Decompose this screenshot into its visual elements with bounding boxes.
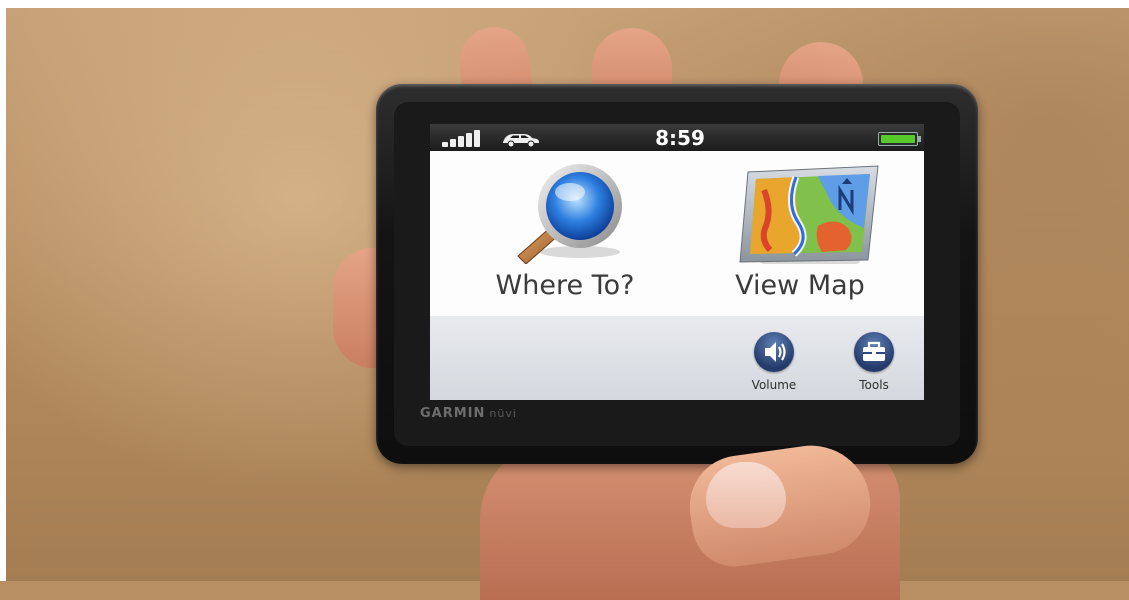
- image-border-top: [0, 0, 1129, 8]
- model-name: nüvi: [489, 407, 517, 420]
- view-map-label: View Map: [735, 270, 865, 301]
- tools-label: Tools: [859, 378, 889, 392]
- battery-level: [881, 135, 915, 143]
- thumbnail: [706, 462, 786, 528]
- volume-button-circle: [754, 332, 794, 372]
- magnifying-glass-icon: [517, 164, 622, 264]
- where-to-label: Where To?: [495, 270, 635, 301]
- image-border-left: [0, 0, 6, 581]
- touch-screen: 8:59 Where To? View Map Volume Tools: [430, 124, 924, 400]
- tools-button-circle: [854, 332, 894, 372]
- map-icon: [739, 165, 879, 264]
- status-bar: 8:59: [430, 124, 924, 151]
- toolbox-icon: [863, 341, 885, 361]
- battery-icon: [878, 132, 921, 146]
- signal-strength-icon: [442, 129, 490, 147]
- battery-tip: [918, 136, 921, 142]
- brand-name: GARMIN: [420, 406, 486, 421]
- volume-label: Volume: [751, 378, 797, 392]
- gps-device: 8:59 Where To? View Map Volume Tools GAR…: [376, 84, 978, 464]
- view-map-button[interactable]: View Map: [700, 164, 900, 304]
- car-icon: [503, 134, 539, 147]
- speaker-icon: [765, 342, 786, 362]
- tools-button[interactable]: Tools: [844, 332, 904, 396]
- brand-logo: GARMIN nüvi: [420, 406, 517, 421]
- where-to-button[interactable]: Where To?: [470, 164, 660, 304]
- clock: 8:59: [655, 126, 705, 150]
- volume-button[interactable]: Volume: [744, 332, 804, 396]
